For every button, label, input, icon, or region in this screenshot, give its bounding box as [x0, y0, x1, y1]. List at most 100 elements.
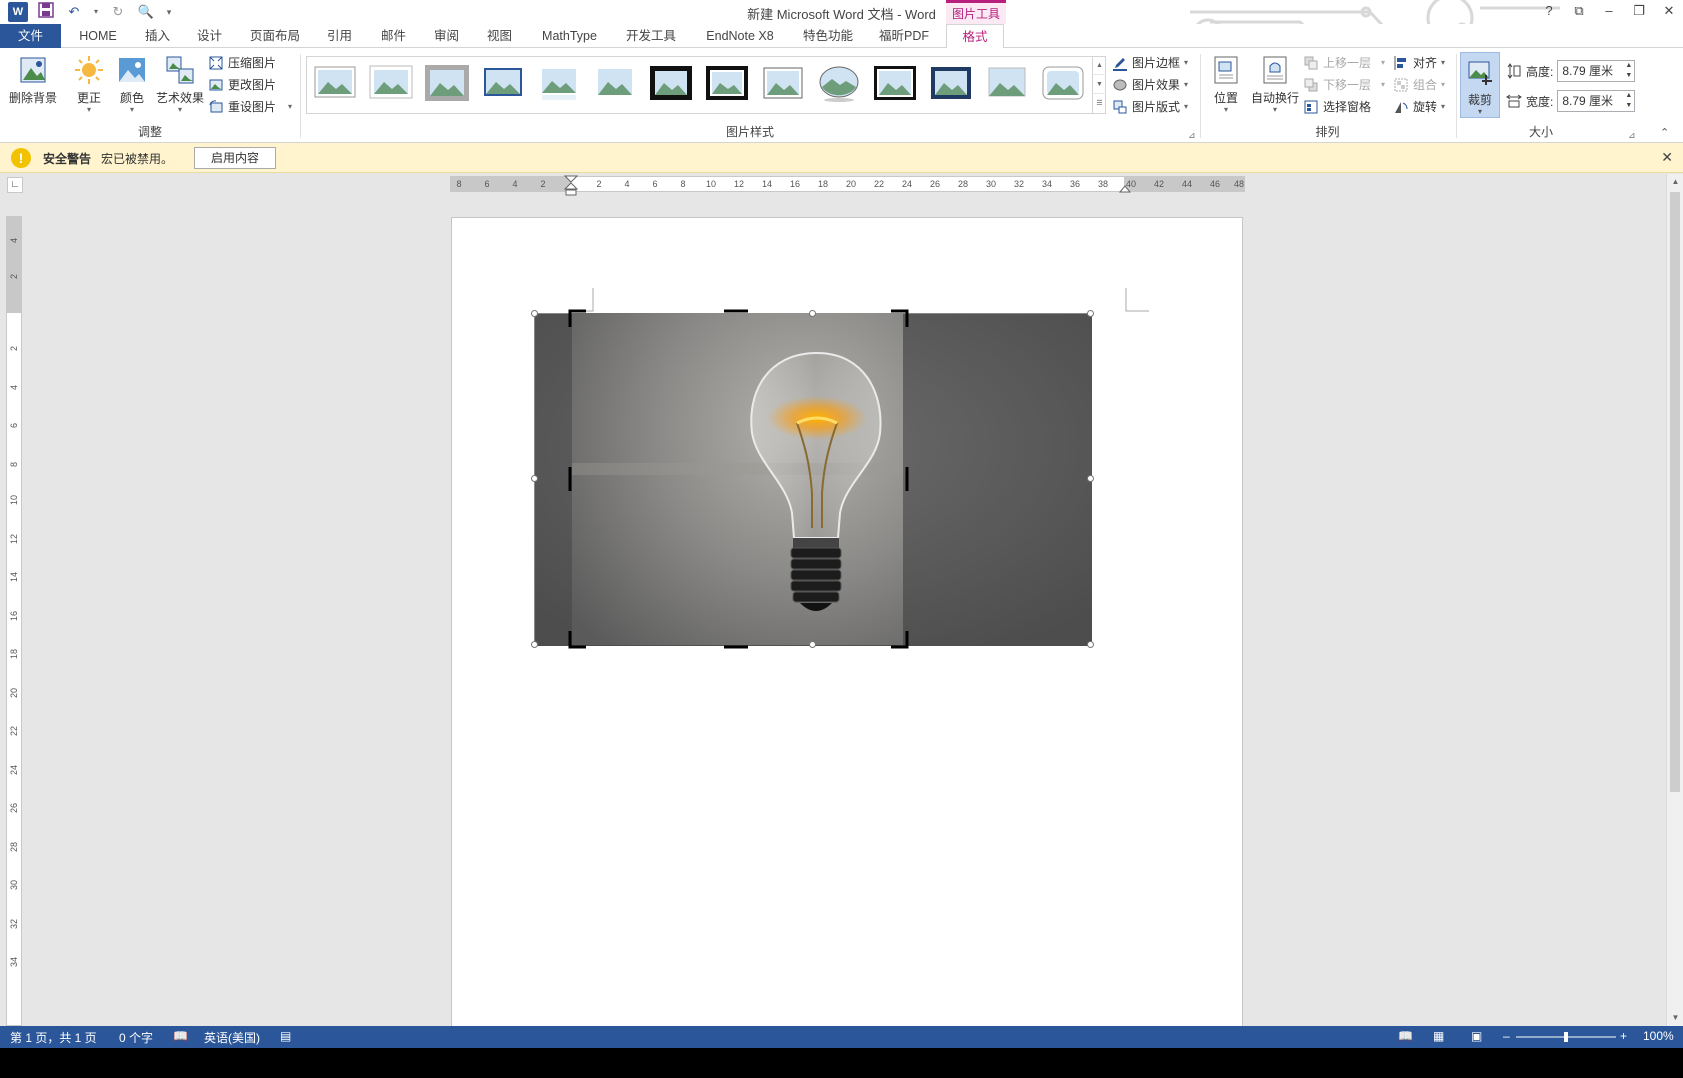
macro-recording-icon[interactable]: ▤	[280, 1029, 291, 1043]
rotate-button[interactable]: 旋转 ▾	[1393, 97, 1445, 117]
resize-handle-top[interactable]	[809, 310, 816, 317]
language[interactable]: 英语(美国)	[204, 1029, 260, 1046]
help-icon[interactable]: ?	[1541, 2, 1557, 20]
close-icon[interactable]: ✕	[1661, 149, 1673, 166]
group-objects-button[interactable]: 组合 ▾	[1393, 75, 1445, 95]
scroll-thumb[interactable]	[1670, 192, 1680, 792]
word-count[interactable]: 0 个字	[119, 1029, 153, 1046]
width-input[interactable]: 8.79 厘米 ▲ ▼	[1557, 90, 1636, 112]
minimize-icon[interactable]: –	[1601, 2, 1617, 20]
remove-background-button[interactable]: 删除背景	[6, 54, 60, 114]
style-thumb-5[interactable]	[536, 63, 582, 103]
style-thumb-10[interactable]	[816, 63, 862, 103]
dialog-launcher-icon[interactable]: ⊿	[1628, 130, 1636, 141]
zoom-slider[interactable]	[1516, 1032, 1616, 1042]
tab-mathtype[interactable]: MathType	[532, 24, 607, 48]
gallery-down-icon[interactable]: ▼	[1093, 75, 1106, 94]
vertical-ruler[interactable]: 4 2 2 4 6 8 10 12 14 16 18 20 22 24 26 28 30 32 34	[6, 216, 22, 1026]
style-thumb-7[interactable]	[648, 63, 694, 103]
tab-file[interactable]: 文件	[0, 24, 61, 48]
tab-design[interactable]: 设计	[187, 24, 232, 48]
chevron-down-icon: ▾	[1441, 58, 1446, 67]
collapse-ribbon-icon[interactable]: ⌃	[1660, 126, 1669, 139]
style-thumb-9[interactable]	[760, 63, 806, 103]
tab-insert[interactable]: 插入	[135, 24, 180, 48]
wrap-text-label: 自动换行	[1250, 91, 1299, 105]
resize-handle-bottom[interactable]	[809, 641, 816, 648]
width-spinner-icon[interactable]: ▲ ▼	[1625, 91, 1632, 111]
right-indent-marker-icon[interactable]	[1119, 181, 1131, 193]
tab-references[interactable]: 引用	[317, 24, 362, 48]
restore-icon[interactable]: ❐	[1631, 2, 1647, 20]
tab-format[interactable]: 格式	[946, 24, 1004, 49]
height-input[interactable]: 8.79 厘米 ▲ ▼	[1557, 60, 1636, 82]
zoom-in-button[interactable]: +	[1620, 1029, 1627, 1043]
style-thumb-12[interactable]	[928, 63, 974, 103]
color-button[interactable]: 颜色 ▾	[107, 54, 157, 114]
enable-content-button[interactable]: 启用内容	[194, 147, 276, 169]
tab-review[interactable]: 审阅	[424, 24, 469, 48]
zoom-out-button[interactable]: –	[1503, 1029, 1510, 1043]
compress-icon	[209, 56, 223, 70]
indent-marker-icon[interactable]	[564, 175, 578, 197]
tab-developer[interactable]: 开发工具	[620, 24, 682, 48]
resize-handle-top-right[interactable]	[1087, 310, 1094, 317]
align-button[interactable]: 对齐 ▾	[1393, 53, 1445, 73]
tab-mailings[interactable]: 邮件	[371, 24, 416, 48]
compress-pictures-button[interactable]: 压缩图片	[208, 53, 276, 73]
tab-home[interactable]: HOME	[68, 24, 128, 48]
gallery-up-icon[interactable]: ▲	[1093, 56, 1106, 75]
vertical-scrollbar[interactable]: ▲ ▼	[1666, 174, 1683, 1026]
reset-picture-label: 重设图片	[228, 100, 277, 114]
style-thumb-3[interactable]	[424, 63, 470, 103]
ribbon-display-icon[interactable]: ⧉	[1571, 2, 1587, 20]
zoom-level[interactable]: 100%	[1643, 1029, 1674, 1043]
selection-pane-button[interactable]: 选择窗格	[1303, 97, 1371, 117]
style-thumb-13[interactable]	[984, 63, 1030, 103]
horizontal-ruler[interactable]: 8 6 4 2 2 4 6 8 10 12 14 16 18 20 22 24 …	[450, 175, 1245, 196]
tab-selector[interactable]: ∟	[7, 177, 23, 193]
style-thumb-11[interactable]	[872, 63, 918, 103]
picture-effects-button[interactable]: 图片效果 ▾	[1112, 75, 1188, 95]
resize-handle-left[interactable]	[531, 475, 538, 482]
picture-border-button[interactable]: 图片边框 ▾	[1112, 53, 1188, 73]
resize-handle-right[interactable]	[1087, 475, 1094, 482]
style-thumb-14[interactable]	[1040, 63, 1086, 103]
web-layout-icon[interactable]: ▣	[1471, 1029, 1482, 1043]
tab-view[interactable]: 视图	[477, 24, 522, 48]
crop-handles[interactable]	[566, 307, 911, 651]
proofing-icon[interactable]: 📖	[173, 1029, 188, 1043]
send-backward-icon	[1304, 78, 1318, 92]
change-picture-button[interactable]: 更改图片	[208, 75, 276, 95]
gallery-more-icon[interactable]: ☰	[1093, 94, 1106, 113]
style-thumb-6[interactable]	[592, 63, 638, 103]
tab-special-features[interactable]: 特色功能	[796, 24, 860, 48]
read-mode-icon[interactable]: 📖	[1398, 1029, 1413, 1043]
scroll-up-icon[interactable]: ▲	[1667, 174, 1683, 190]
reset-picture-button[interactable]: 重设图片 ▾	[208, 97, 292, 117]
resize-handle-bottom-left[interactable]	[531, 641, 538, 648]
resize-handle-top-left[interactable]	[531, 310, 538, 317]
position-button[interactable]: 位置 ▾	[1206, 54, 1246, 114]
scroll-down-icon[interactable]: ▼	[1667, 1010, 1683, 1026]
print-layout-icon[interactable]: ▦	[1433, 1029, 1444, 1043]
wrap-text-button[interactable]: 自动换行 ▾	[1249, 54, 1301, 114]
dialog-launcher-icon[interactable]: ⊿	[1188, 130, 1196, 141]
style-thumb-1[interactable]	[312, 63, 358, 103]
tab-foxit-pdf[interactable]: 福昕PDF	[872, 24, 936, 48]
style-thumb-2[interactable]	[368, 63, 414, 103]
page-count[interactable]: 第 1 页，共 1 页	[10, 1029, 97, 1046]
style-thumb-8[interactable]	[704, 63, 750, 103]
close-icon[interactable]: ✕	[1661, 2, 1677, 20]
style-thumb-4[interactable]	[480, 63, 526, 103]
height-spinner-icon[interactable]: ▲ ▼	[1625, 61, 1632, 81]
artistic-effects-button[interactable]: 艺术效果 ▾	[152, 54, 208, 114]
ruler-tick: 2	[9, 345, 19, 351]
tab-page-layout[interactable]: 页面布局	[240, 24, 310, 48]
crop-button[interactable]: 裁剪 ▾	[1460, 52, 1500, 118]
send-backward-button[interactable]: 下移一层 ▾	[1303, 75, 1385, 95]
picture-layout-button[interactable]: 图片版式 ▾	[1112, 97, 1188, 117]
resize-handle-bottom-right[interactable]	[1087, 641, 1094, 648]
bring-forward-button[interactable]: 上移一层 ▾	[1303, 53, 1385, 73]
tab-endnote[interactable]: EndNote X8	[697, 24, 783, 48]
